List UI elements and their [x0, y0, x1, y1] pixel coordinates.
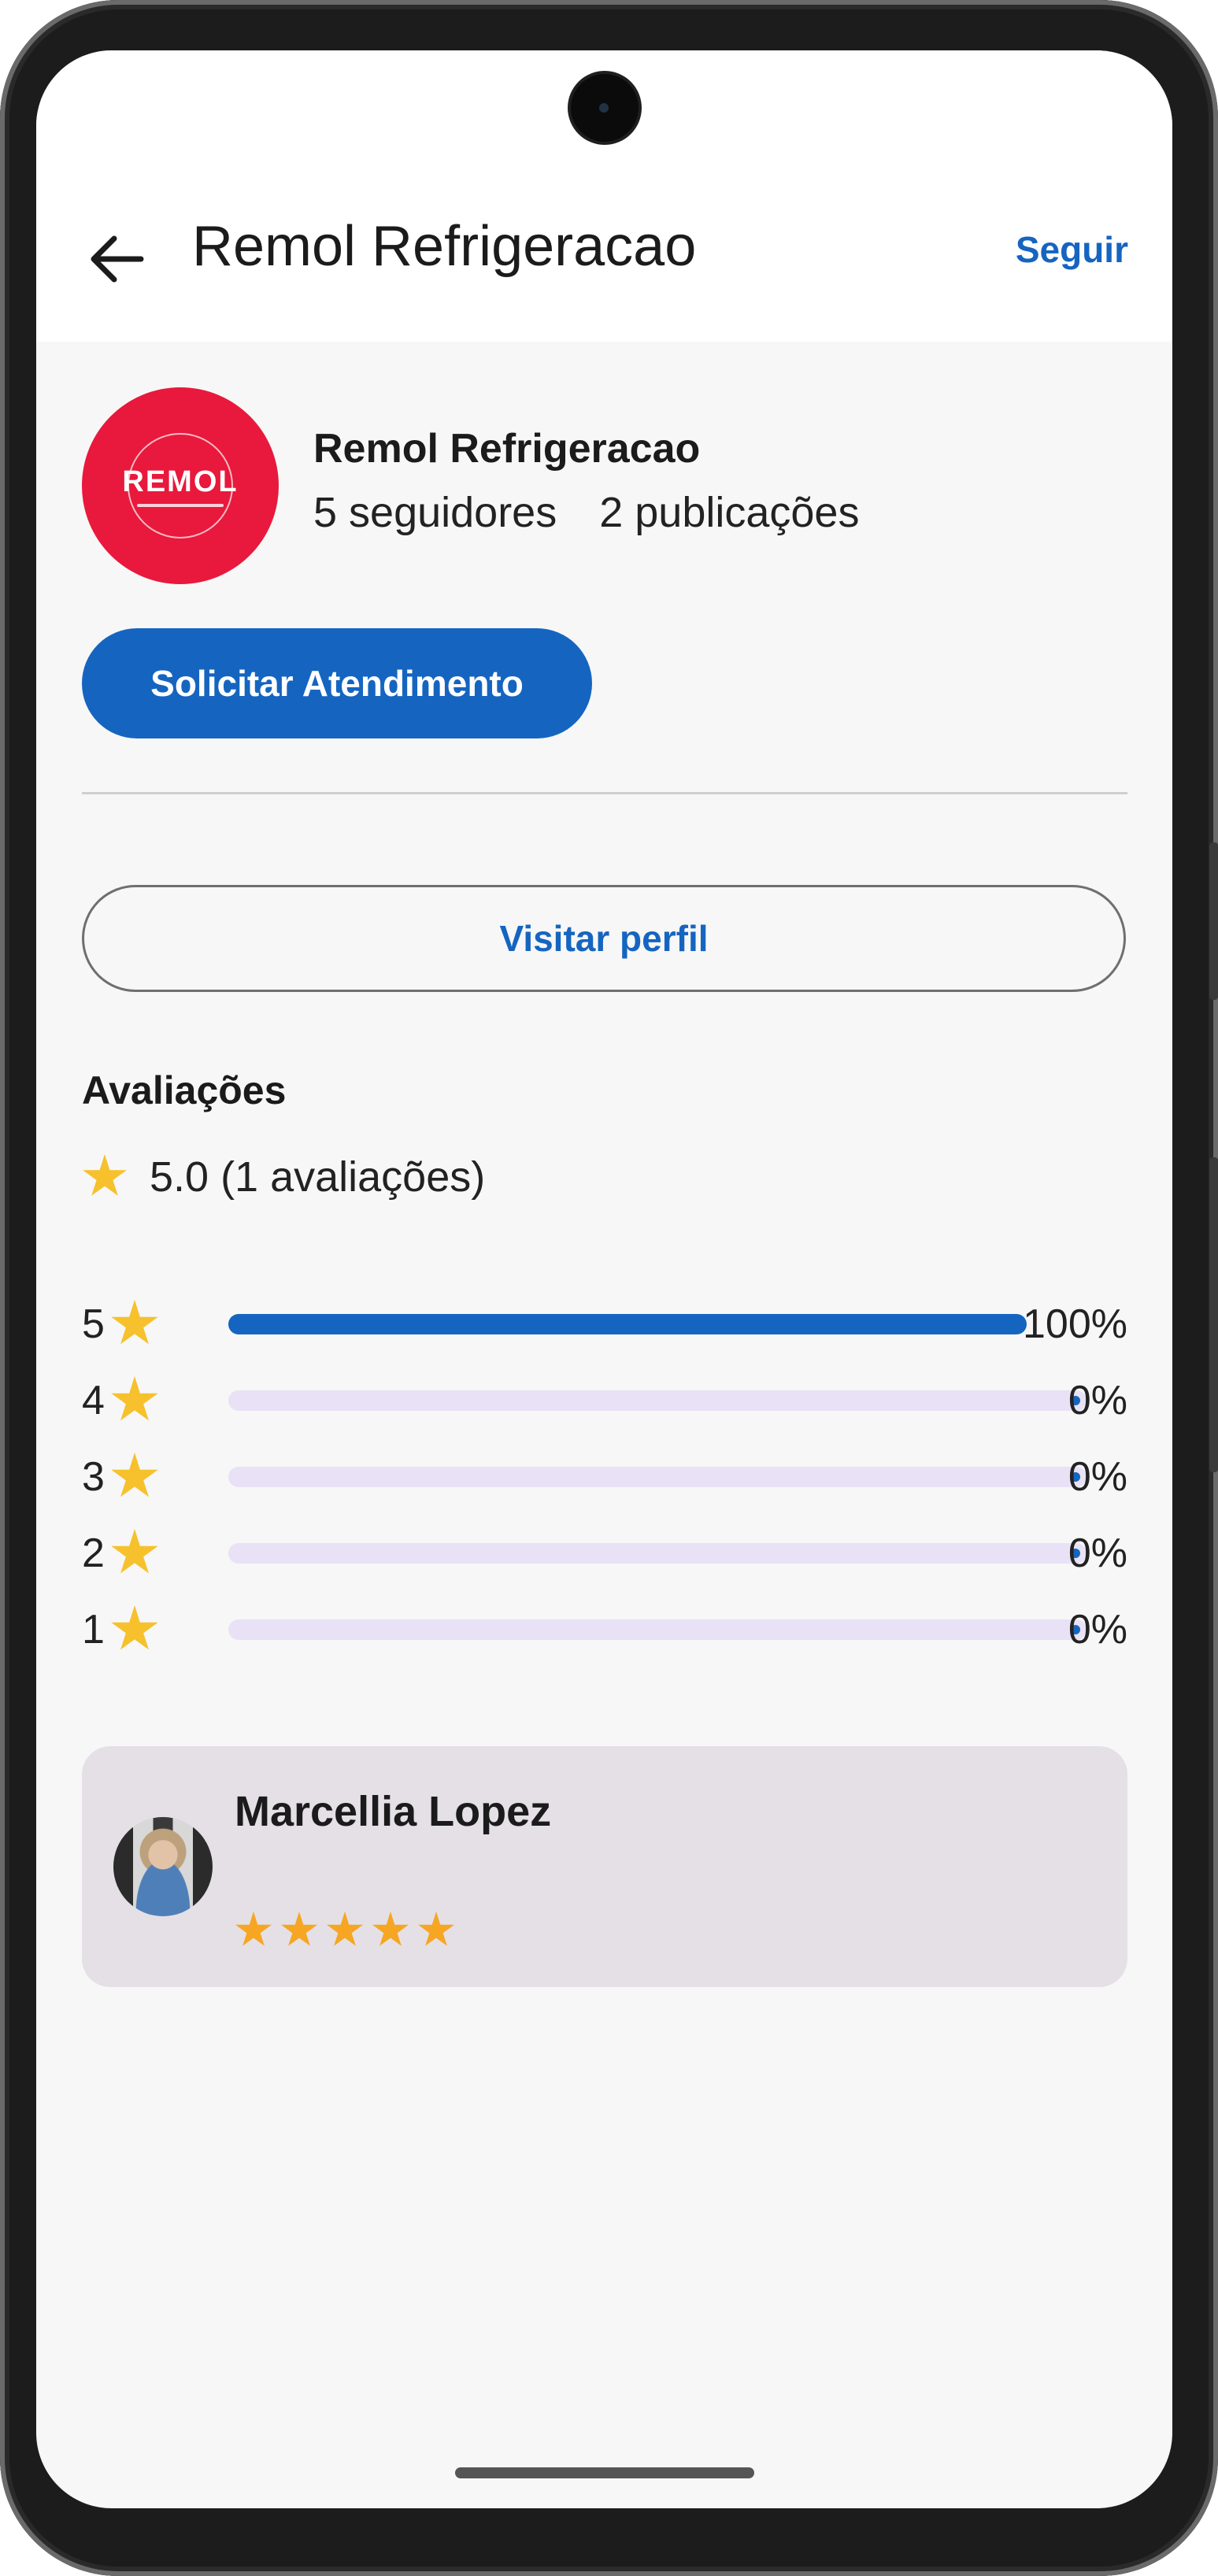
- store-logo: REMOL: [82, 387, 279, 584]
- review-stars: [235, 1912, 455, 1949]
- review-card[interactable]: Marcellia Lopez: [82, 1746, 1127, 1987]
- rating-row: 2 0%: [82, 1526, 1127, 1581]
- ratings-summary: 5.0 (1 avaliações): [82, 1153, 485, 1201]
- rating-percent: 100%: [1023, 1301, 1127, 1347]
- rating-percent: 0%: [1068, 1530, 1127, 1576]
- rating-bar-track: [228, 1390, 1087, 1411]
- ratings-title: Avaliações: [82, 1068, 287, 1112]
- reviewer-name: Marcellia Lopez: [235, 1788, 552, 1835]
- volume-button: [1209, 842, 1218, 1000]
- rating-percent: 0%: [1068, 1607, 1127, 1653]
- star-icon: [111, 1300, 158, 1345]
- page-title: Remol Refrigeracao: [192, 215, 697, 278]
- rating-bar-track: [228, 1314, 1027, 1334]
- visit-profile-button[interactable]: Visitar perfil: [82, 885, 1126, 992]
- rating-percent: 0%: [1068, 1454, 1127, 1500]
- rating-row: 4 0%: [82, 1373, 1127, 1428]
- store-name: Remol Refrigeracao: [313, 426, 701, 472]
- star-icon: [280, 1912, 318, 1946]
- avatar: [113, 1817, 213, 1916]
- star-icon: [417, 1912, 455, 1946]
- screen: Remol Refrigeracao Seguir REMOL Remol Re…: [36, 50, 1172, 2508]
- star-icon: [111, 1605, 158, 1650]
- logo-text: REMOL: [122, 464, 239, 498]
- rating-bar-track: [228, 1543, 1087, 1564]
- profile-stats: 5 seguidores 2 publicações: [313, 488, 901, 537]
- rating-star-count: 3: [82, 1454, 105, 1500]
- rating-percent: 0%: [1068, 1378, 1127, 1423]
- followers-count: 5 seguidores: [313, 489, 557, 536]
- follow-button[interactable]: Seguir: [1016, 228, 1128, 271]
- rating-star-count: 4: [82, 1378, 105, 1423]
- star-icon: [326, 1912, 364, 1946]
- rating-bar-track: [228, 1467, 1087, 1487]
- rating-row: 1 0%: [82, 1602, 1127, 1657]
- divider: [82, 792, 1127, 794]
- star-icon: [83, 1154, 127, 1196]
- logo-ring: REMOL: [122, 433, 237, 539]
- home-indicator[interactable]: [455, 2467, 754, 2478]
- posts-count: 2 publicações: [599, 489, 860, 536]
- rating-bar-track: [228, 1619, 1087, 1640]
- request-service-button[interactable]: Solicitar Atendimento: [82, 628, 592, 738]
- star-icon: [111, 1453, 158, 1497]
- star-icon: [235, 1912, 272, 1946]
- front-camera: [571, 74, 639, 142]
- rating-bar-fill: [228, 1314, 1027, 1334]
- power-button: [1209, 1157, 1218, 1472]
- rating-star-count: 1: [82, 1607, 105, 1653]
- star-icon: [111, 1376, 158, 1421]
- rating-star-count: 5: [82, 1301, 105, 1347]
- rating-star-count: 2: [82, 1530, 105, 1576]
- star-icon: [372, 1912, 409, 1946]
- arrow-left-icon: [91, 235, 144, 283]
- ratings-summary-text: 5.0 (1 avaliações): [150, 1153, 486, 1201]
- app-bar: Remol Refrigeracao Seguir: [36, 50, 1172, 342]
- star-icon: [111, 1529, 158, 1574]
- logo-tagline-mark: [137, 503, 224, 507]
- back-button[interactable]: [82, 224, 153, 294]
- rating-row: 5 100%: [82, 1297, 1127, 1352]
- rating-row: 3 0%: [82, 1449, 1127, 1505]
